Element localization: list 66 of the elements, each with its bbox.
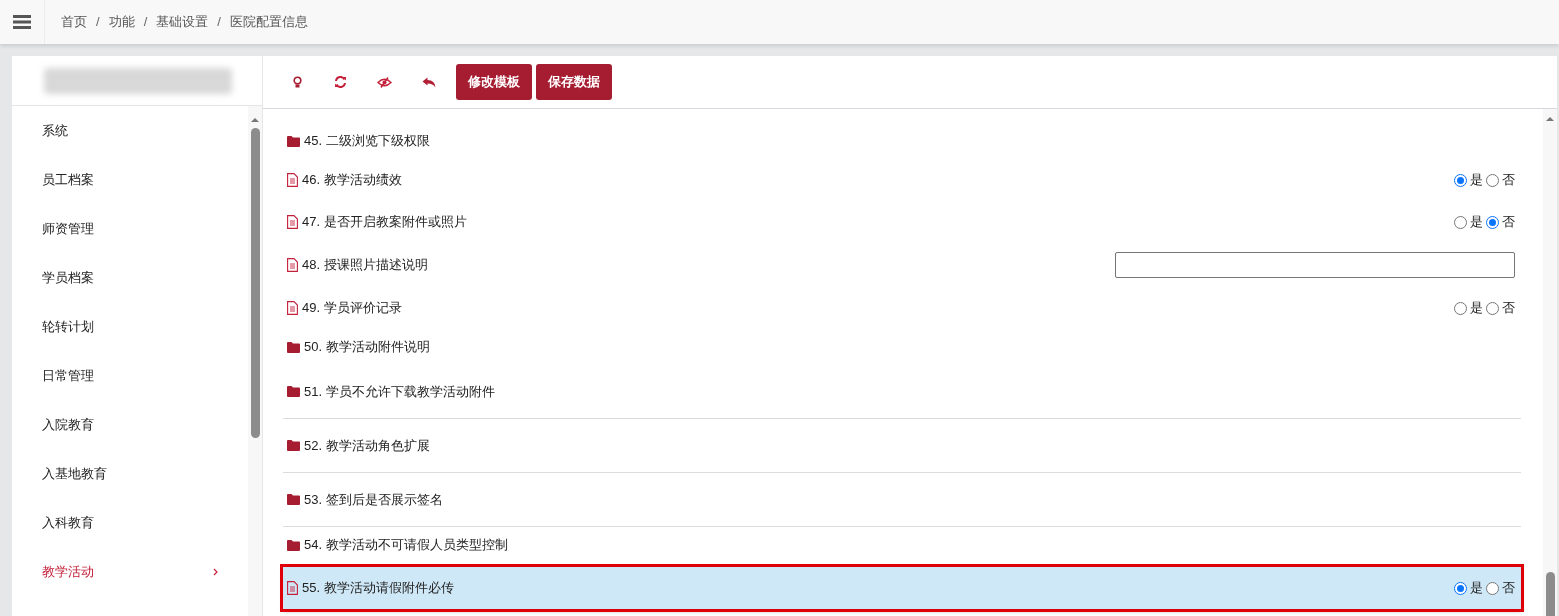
radio-label[interactable]: 是 [1470,298,1483,318]
radio-label[interactable]: 否 [1502,170,1515,190]
radio-button[interactable] [1486,173,1499,187]
lightbulb-icon[interactable] [293,75,302,89]
breadcrumb-separator: / [96,13,100,32]
undo-arrow-icon[interactable] [422,76,436,88]
sidebar-scrollbar[interactable] [248,106,262,616]
sidebar-item[interactable]: 日常管理 [12,351,248,400]
setting-label: 45. 二级浏览下级权限 [304,132,430,151]
setting-label: 50. 教学活动附件说明 [304,338,430,357]
toolbar-button[interactable]: 保存数据 [536,64,612,100]
radio-button[interactable] [1454,581,1467,595]
setting-label: 53. 签到后是否展示签名 [304,490,443,509]
radio-button[interactable] [1486,581,1499,595]
breadcrumb-item[interactable]: 首页 [61,12,87,32]
breadcrumb-item: 医院配置信息 [229,13,308,32]
document-icon [287,301,298,315]
sidebar-item[interactable]: 教学活动 [12,547,248,596]
radio-label[interactable]: 否 [1502,298,1515,318]
setting-label: 54. 教学活动不可请假人员类型控制 [304,536,508,555]
sidebar-item[interactable]: 轮转计划 [12,302,248,351]
document-icon [287,215,298,229]
hidden-eye-icon[interactable] [377,76,392,88]
breadcrumb-item[interactable]: 功能 [108,12,135,32]
radio-button[interactable] [1454,301,1467,315]
setting-label: 46. 教学活动绩效 [302,171,402,190]
toolbar-button[interactable]: 修改模板 [456,64,532,100]
radio-label[interactable]: 否 [1502,578,1515,598]
menu-icon[interactable] [13,15,31,29]
radio-button[interactable] [1486,301,1499,315]
content-scrollbar[interactable] [1543,109,1557,616]
refresh-icon[interactable] [334,76,347,88]
setting-label: 47. 是否开启教案附件或照片 [302,213,467,232]
radio-label[interactable]: 是 [1470,212,1483,232]
sidebar-item[interactable]: 入院教育 [12,400,248,449]
breadcrumb-item[interactable]: 基础设置 [156,12,209,32]
sidebar-item[interactable]: 入基地教育 [12,449,248,498]
folder-icon [287,386,300,397]
setting-label: 52. 教学活动角色扩展 [304,436,430,455]
radio-button[interactable] [1454,215,1467,229]
document-icon [287,173,298,187]
radio-button[interactable] [1486,215,1499,229]
document-icon [287,258,298,272]
sidebar-item[interactable]: 系统 [12,106,248,155]
setting-label: 55. 教学活动请假附件必传 [302,579,454,598]
radio-label[interactable]: 否 [1502,212,1515,232]
folder-icon [287,341,300,353]
setting-label: 49. 学员评价记录 [302,299,402,318]
breadcrumb-separator: / [143,13,148,32]
folder-icon [287,539,300,551]
breadcrumb-separator: / [217,13,221,32]
setting-label: 51. 学员不允许下载教学活动附件 [304,382,495,401]
radio-button[interactable] [1454,173,1467,187]
sidebar-item[interactable]: 员工档案 [12,155,248,204]
folder-icon [287,494,300,505]
sidebar-item[interactable]: 入科教育 [12,498,248,547]
folder-icon [287,135,300,147]
sidebar-item[interactable]: 学员档案 [12,253,248,302]
text-input-field[interactable] [1115,252,1515,278]
setting-label: 48. 授课照片描述说明 [302,256,428,275]
document-icon [287,581,298,595]
radio-label[interactable]: 是 [1470,578,1483,598]
folder-icon [287,440,300,451]
chevron-right-icon [213,567,218,576]
sidebar-item[interactable]: 师资管理 [12,204,248,253]
radio-label[interactable]: 是 [1470,170,1483,190]
